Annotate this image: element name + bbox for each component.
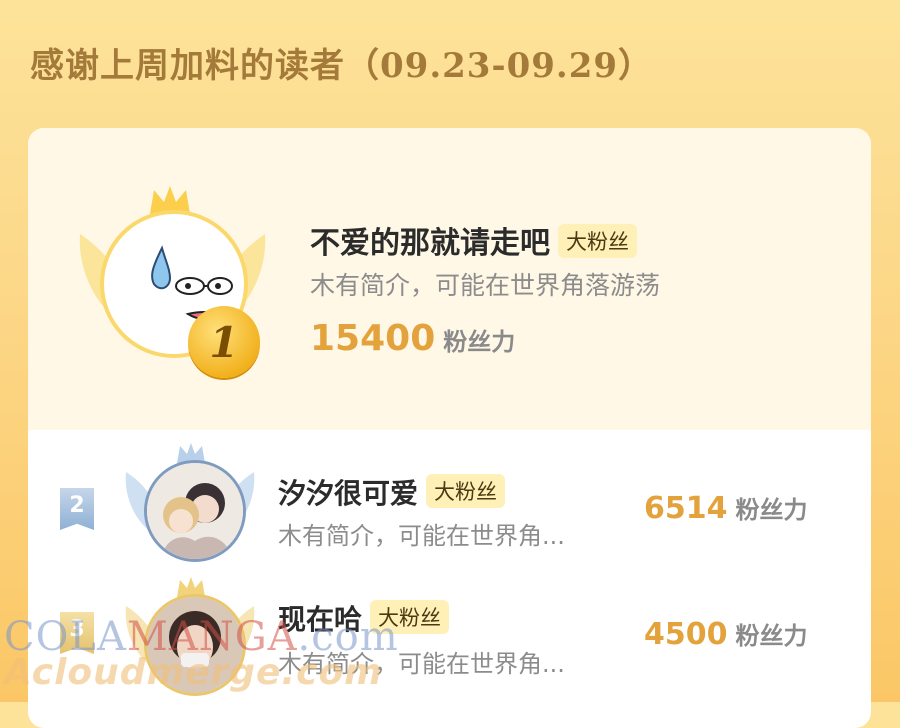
avatar-illustration-icon: [147, 463, 243, 559]
user-bio: 木有简介，可能在世界角...: [278, 522, 565, 550]
fan-power: 4500 粉丝力: [644, 616, 808, 652]
date-range: （09.23-09.29）: [345, 46, 654, 86]
fan-power-unit: 粉丝力: [735, 622, 808, 650]
username[interactable]: 不爱的那就请走吧 大粉丝: [310, 218, 637, 262]
leaderboard-card: 1 不爱的那就请走吧 大粉丝 木有简介，可能在世界角落游荡 15400 粉丝力 2: [28, 128, 871, 728]
username-text[interactable]: 不爱的那就请走吧: [310, 226, 550, 261]
username-text[interactable]: 现在哈: [278, 603, 362, 636]
title-text: 感谢上周加料的读者: [30, 46, 345, 86]
fan-badge: 大粉丝: [370, 600, 450, 634]
username[interactable]: 汐汐很可爱 大粉丝: [278, 472, 506, 512]
fan-power-value: 4500: [644, 617, 728, 652]
username[interactable]: 现在哈 大粉丝: [278, 598, 450, 638]
rank-1-panel[interactable]: 1 不爱的那就请走吧 大粉丝 木有简介，可能在世界角落游荡 15400 粉丝力: [28, 128, 871, 430]
fan-badge: 大粉丝: [558, 224, 637, 258]
fan-power-value: 6514: [644, 491, 728, 526]
fan-power-unit: 粉丝力: [735, 496, 808, 524]
fan-power-value: 15400: [310, 318, 436, 359]
rank-badge: 3: [60, 612, 94, 654]
avatar[interactable]: [144, 460, 246, 562]
rank-1-badge: 1: [188, 306, 260, 378]
avatar[interactable]: [144, 594, 246, 696]
user-bio: 木有简介，可能在世界角...: [278, 650, 565, 678]
fan-power: 15400 粉丝力: [310, 318, 515, 359]
rank-badge: 2: [60, 488, 94, 530]
username-text[interactable]: 汐汐很可爱: [278, 477, 418, 510]
avatar-photo-icon: [147, 597, 243, 693]
fan-power: 6514 粉丝力: [644, 490, 808, 526]
user-bio: 木有简介，可能在世界角落游荡: [310, 271, 661, 300]
list-item[interactable]: 3 现在哈 大粉丝 木有简介，可能在世界角... 4500 粉丝力: [28, 577, 871, 728]
fan-power-unit: 粉丝力: [443, 328, 516, 356]
page-title: 感谢上周加料的读者（09.23-09.29）: [30, 38, 653, 87]
list-item[interactable]: 2 汐汐很可爱 大粉丝 木有简介，可能在世界角... 6514 粉丝力: [28, 430, 871, 580]
fan-badge: 大粉丝: [426, 474, 506, 508]
